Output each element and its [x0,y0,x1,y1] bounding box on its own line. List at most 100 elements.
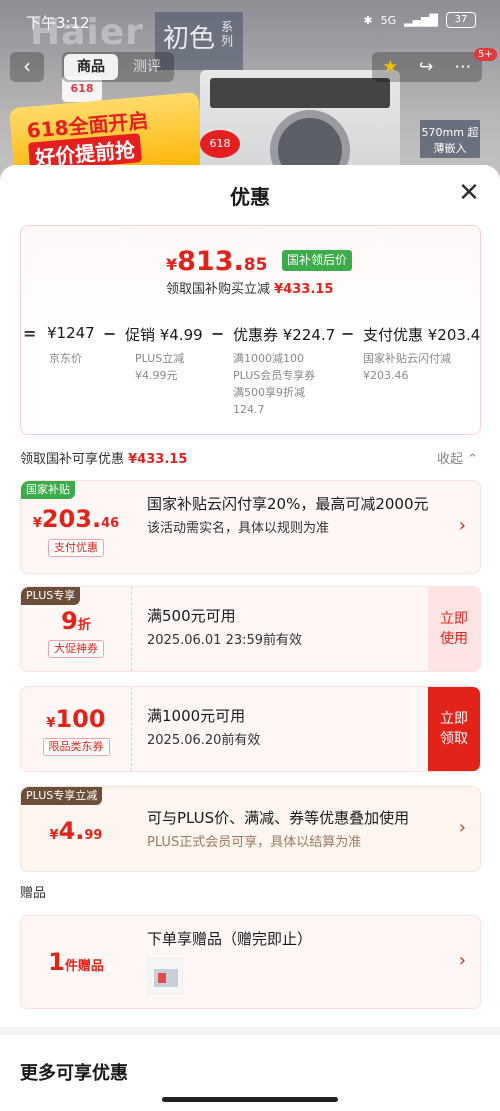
card-title: 国家补贴云闪付享20%，最高可减2000元 [147,495,429,513]
use-now-button[interactable]: 立即 使用 [428,587,480,671]
breakdown-op: = [23,324,37,343]
home-indicator[interactable] [162,1097,338,1102]
breakdown-value: 支付优惠 ¥203.46 [363,326,481,344]
card-amount: ¥100 [21,705,131,733]
message-badge: 5+ [474,48,497,61]
sheet-title: 优惠 [230,185,270,209]
more-offers-title: 更多可享优惠 [20,1063,128,1084]
amount-integer: 203. [41,505,102,533]
nav-tabs: 商品 测评 [62,52,174,82]
breakdown-value: 优惠券 ¥224.7 [233,326,336,344]
coupon-card-100: ¥100 限品类东券 满1000元可用 2025.06.20前有效 立即 领取 [20,686,481,772]
card-title: 可与PLUS价、满减、券等优惠叠加使用 [147,809,410,827]
subsidy-header-amount: ¥433.15 [128,452,188,467]
close-icon: ✕ [458,178,480,208]
subsidy-amount: ¥433.15 [274,282,334,297]
chevron-right-icon: › [458,515,466,536]
gift-image-detail [158,973,166,983]
card-desc: PLUS正式会员可享，具体以结算为准 [147,835,362,850]
gift-count: 1件赠品 [21,948,131,976]
gift-count-unit: 件赠品 [64,959,104,974]
price-integer: 813. [177,246,244,277]
card-desc: 2025.06.20前有效 [147,733,261,748]
status-icons: ✱ 5G ▂▄▆█ 37 [363,12,476,28]
card-tag: 大促神券 [48,640,104,658]
card-separator [131,587,132,671]
amount-integer: 9 [61,607,78,635]
card-amount-area: ¥4.99 [21,787,131,871]
amount-integer: 4. [58,817,85,845]
promo-618-badge: 618 [200,130,240,158]
subsidy-line: 领取国补购买立减 ¥433.15 [166,278,333,297]
share-icon[interactable]: ↪ [419,57,433,77]
washer-panel [210,78,390,108]
gift-count-number: 1 [48,948,65,976]
breakdown-op: − [211,324,225,343]
price-decimal: 85 [243,255,268,275]
gift-section-label: 赠品 [20,886,47,901]
breakdown-note: PLUS立减 ¥4.99元 [135,352,185,382]
breakdown-value: ¥1247 [47,324,95,342]
price-breakdown: = ¥1247 京东价 − 促销 ¥4.99 PLUS立减 ¥4.99元 − 优… [21,324,481,434]
card-content: 满1000元可用 2025.06.20前有效 [147,705,427,748]
card-content: 满500元可用 2025.06.01 23:59前有效 [147,605,427,648]
claim-now-button[interactable]: 立即 领取 [428,687,480,771]
breakdown-op: − [103,324,117,343]
tab-review[interactable]: 测评 [120,52,174,82]
coupon-card-plus-reduce[interactable]: PLUS专享立减 ¥4.99 可与PLUS价、满减、券等优惠叠加使用 PLUS正… [20,786,481,872]
card-separator [131,687,132,771]
chevron-right-icon: › [458,950,466,971]
chevron-right-icon: › [458,817,466,838]
card-content: 下单享赠品（赠完即止） [147,928,437,950]
size-label: 570mm 超薄嵌入 [420,120,480,158]
discount-sheet: 优惠 ✕ ¥813.85 国补领后价 领取国补购买立减 ¥433.15 = ¥1… [0,165,500,1111]
bluetooth-icon: ✱ [363,13,373,27]
card-title: 满500元可用 [147,607,236,625]
amount-decimal: 46 [101,516,120,531]
gift-thumbnail [147,958,183,994]
price-tag: 国补领后价 [282,250,353,271]
amount-symbol: ¥ [32,516,42,531]
card-title: 满1000元可用 [147,707,246,725]
card-amount-area: 1件赠品 [21,916,131,1008]
price-summary: ¥813.85 国补领后价 领取国补购买立减 ¥433.15 = ¥1247 京… [20,225,481,435]
signal-icon: ▂▄▆█ [404,13,438,27]
coupon-card-plus-discount: PLUS专享 9折 大促神券 满500元可用 2025.06.01 23:59前… [20,586,481,672]
breakdown-note: 满1000减100 PLUS会员专享券 满500享9折减 124.7 [233,352,316,416]
card-amount-area: ¥203.46 支付优惠 [21,481,131,573]
close-button[interactable]: ✕ [456,180,482,206]
card-amount: 9折 [21,607,131,635]
chevron-left-icon: ‹ [23,54,31,78]
nav-actions: ★ ↪ ⋯ [372,52,482,82]
tab-product[interactable]: 商品 [64,54,118,80]
amount-integer: 100 [55,705,106,733]
gift-card[interactable]: 1件赠品 下单享赠品（赠完即止） › [20,915,481,1009]
network-label: 5G [380,13,397,27]
back-button[interactable]: ‹ [10,52,44,82]
status-time: 下午3:12 [26,14,90,32]
favorite-icon[interactable]: ★ [383,57,398,77]
subsidy-text: 领取国补购买立减 [166,282,271,297]
card-amount: ¥4.99 [21,817,131,845]
battery-icon: 37 [446,12,476,28]
amount-unit: 折 [77,618,91,633]
breakdown-note: 国家补贴云闪付减 ¥203.46 [363,352,451,382]
card-content: 可与PLUS价、满减、券等优惠叠加使用 PLUS正式会员可享，具体以结算为准 [147,807,457,850]
collapse-toggle[interactable]: 收起 ⌃ [437,448,478,467]
coupon-card-payment[interactable]: 国家补贴 ¥203.46 支付优惠 国家补贴云闪付享20%，最高可减2000元 … [20,480,481,574]
price-symbol: ¥ [166,255,178,274]
subsidy-header: 领取国补可享优惠 ¥433.15 [20,448,187,467]
card-desc: 2025.06.01 23:59前有效 [147,633,303,648]
breakdown-note: 京东价 [49,352,82,365]
card-title: 下单享赠品（赠完即止） [147,930,313,948]
collapse-label: 收起 [437,452,464,467]
more-icon[interactable]: ⋯ [454,57,471,77]
card-tag: 限品类东券 [42,738,110,756]
status-bar: 下午3:12 ✱ 5G ▂▄▆█ 37 [0,0,500,44]
amount-symbol: ¥ [49,828,59,843]
breakdown-value: 促销 ¥4.99 [125,326,203,344]
card-amount: ¥203.46 [21,505,131,533]
card-tag: 支付优惠 [48,539,104,557]
card-amount-area: ¥100 限品类东券 [21,687,131,771]
subsidy-header-label: 领取国补可享优惠 [20,452,125,467]
